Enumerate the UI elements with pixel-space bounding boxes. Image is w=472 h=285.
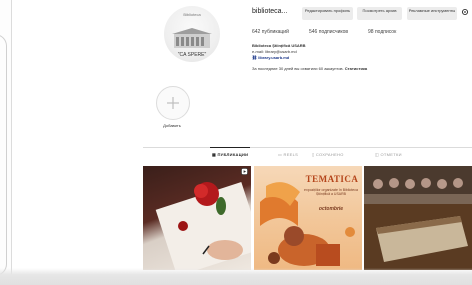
profile-username: biblioteca...	[252, 8, 288, 15]
following-count[interactable]: 98 подписок	[368, 29, 396, 35]
bio-email: e-mail: library@usarb.md	[252, 49, 297, 54]
tab-saved[interactable]: ▯ СОХРАНЕНО	[312, 152, 344, 157]
bottom-fade	[0, 268, 472, 285]
active-tab-indicator	[210, 147, 250, 148]
post-tile-2[interactable]: TEMATICA expozițiilor organizate în Bibl…	[254, 166, 362, 270]
insights-link[interactable]: Статистика	[345, 66, 367, 71]
post-1-image	[155, 182, 251, 270]
bio-insights: За последние 30 дней вы охватили 60 акка…	[252, 66, 367, 71]
tab-tagged-label: ОТМЕТКИ	[380, 152, 402, 157]
tabs-divider	[143, 147, 472, 148]
settings-gear-icon[interactable]	[461, 8, 469, 16]
new-highlight-label: Добавить	[163, 123, 181, 128]
bio-link-text: library.usarb.md	[258, 55, 290, 60]
reel-icon	[241, 168, 248, 175]
tab-saved-label: СОХРАНЕНО	[315, 152, 344, 157]
poster-subtitle: expozițiilor organizate în Biblioteca Șt…	[304, 188, 358, 196]
post-tile-1[interactable]	[143, 166, 251, 270]
followers-count[interactable]: 546 подписчиков	[309, 29, 348, 35]
ad-tools-button[interactable]: Рекламные инструменты	[407, 7, 457, 20]
posts-count: 642 публикаций	[252, 29, 289, 35]
avatar-bottom-text: "CA SPERE"	[177, 52, 207, 58]
post-tile-3[interactable]	[364, 166, 472, 270]
insights-text: За последние 30 дней вы охватили 60 акка…	[252, 66, 344, 71]
tab-posts[interactable]: ▦ ПУБЛИКАЦИИ	[212, 152, 248, 157]
tab-posts-label: ПУБЛИКАЦИИ	[217, 152, 249, 157]
tab-reels-label: REELS	[283, 152, 299, 157]
panel-edge	[0, 34, 7, 276]
tab-tagged[interactable]: ◫ ОТМЕТКИ	[375, 152, 402, 157]
bio-name: Biblioteca Ştiinţifică USARB	[252, 43, 306, 48]
edit-profile-button[interactable]: Редактировать профиль	[302, 7, 353, 20]
post-3-image	[364, 166, 472, 270]
new-highlight-button[interactable]	[156, 86, 190, 120]
avatar-top-text: Biblioteca	[183, 12, 201, 17]
plus-icon	[167, 97, 179, 109]
poster-title: TEMATICA	[305, 174, 359, 184]
library-building-icon	[172, 28, 212, 48]
view-archive-button[interactable]: Посмотреть архив	[357, 7, 402, 20]
profile-avatar[interactable]: Biblioteca "CA SPERE"	[164, 6, 220, 62]
bio-link[interactable]: ⛓ library.usarb.md	[252, 55, 289, 60]
poster-month: octombrie	[318, 206, 344, 212]
left-panel	[0, 0, 12, 285]
tab-reels[interactable]: ▭ REELS	[278, 152, 298, 157]
